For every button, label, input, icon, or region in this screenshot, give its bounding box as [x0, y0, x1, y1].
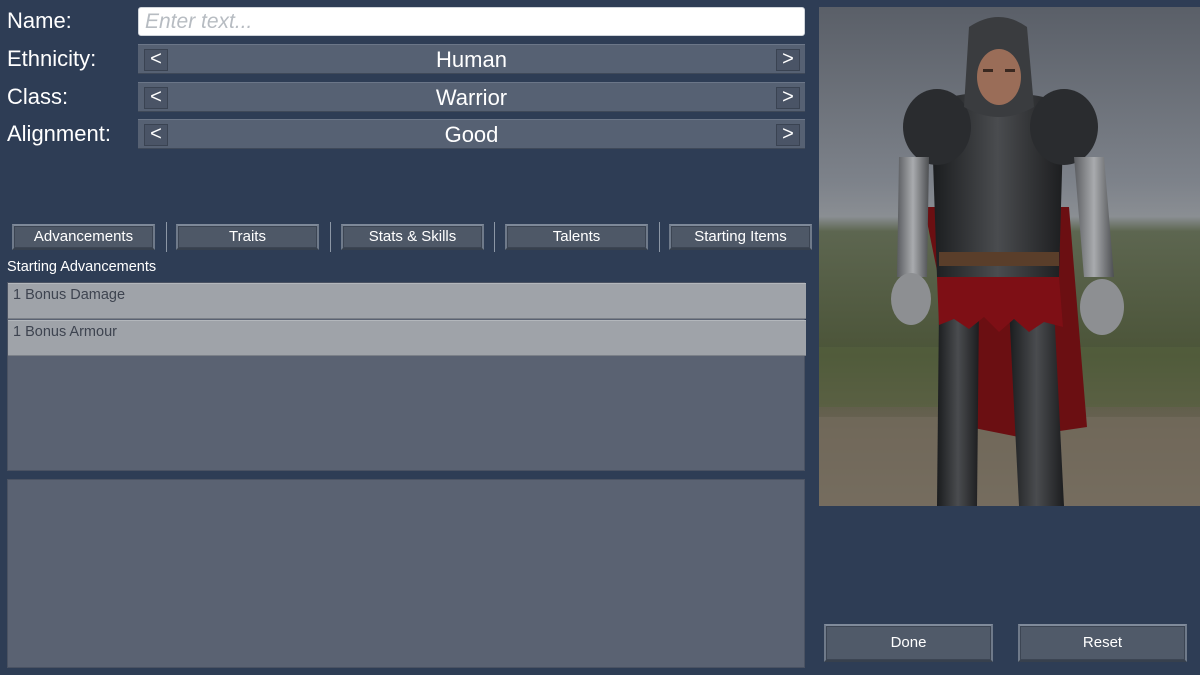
class-prev-button[interactable]: <: [144, 87, 168, 109]
tab-divider: [494, 222, 495, 252]
section-title: Starting Advancements: [7, 259, 157, 275]
tab-divider: [330, 222, 331, 252]
list-item[interactable]: 1 Bonus Armour: [8, 320, 806, 356]
class-next-button[interactable]: >: [776, 87, 800, 109]
tab-traits[interactable]: Traits: [176, 224, 319, 250]
alignment-selector: Good < >: [138, 119, 805, 149]
alignment-label: Alignment:: [7, 121, 111, 146]
description-panel: [7, 479, 805, 668]
armored-warrior-portrait: [819, 7, 1200, 506]
ethnicity-value: Human: [436, 47, 507, 72]
class-selector: Warrior < >: [138, 82, 805, 112]
tab-starting-items[interactable]: Starting Items: [669, 224, 812, 250]
list-item[interactable]: 1 Bonus Damage: [8, 283, 806, 319]
alignment-prev-button[interactable]: <: [144, 124, 168, 146]
alignment-next-button[interactable]: >: [776, 124, 800, 146]
name-label: Name:: [7, 8, 72, 33]
tab-divider: [166, 222, 167, 252]
done-button[interactable]: Done: [824, 624, 993, 662]
class-label: Class:: [7, 84, 69, 109]
ethnicity-selector: Human < >: [138, 44, 805, 74]
advancements-list: 1 Bonus Damage 1 Bonus Armour: [7, 282, 806, 471]
ethnicity-next-button[interactable]: >: [776, 49, 800, 71]
ethnicity-prev-button[interactable]: <: [144, 49, 168, 71]
reset-button[interactable]: Reset: [1018, 624, 1187, 662]
ethnicity-label: Ethnicity:: [7, 46, 97, 71]
tab-stats-skills[interactable]: Stats & Skills: [341, 224, 484, 250]
alignment-value: Good: [444, 122, 499, 147]
class-value: Warrior: [435, 85, 508, 110]
tab-advancements[interactable]: Advancements: [12, 224, 155, 250]
tab-divider: [659, 222, 660, 252]
name-input[interactable]: [138, 7, 805, 36]
tab-talents[interactable]: Talents: [505, 224, 648, 250]
